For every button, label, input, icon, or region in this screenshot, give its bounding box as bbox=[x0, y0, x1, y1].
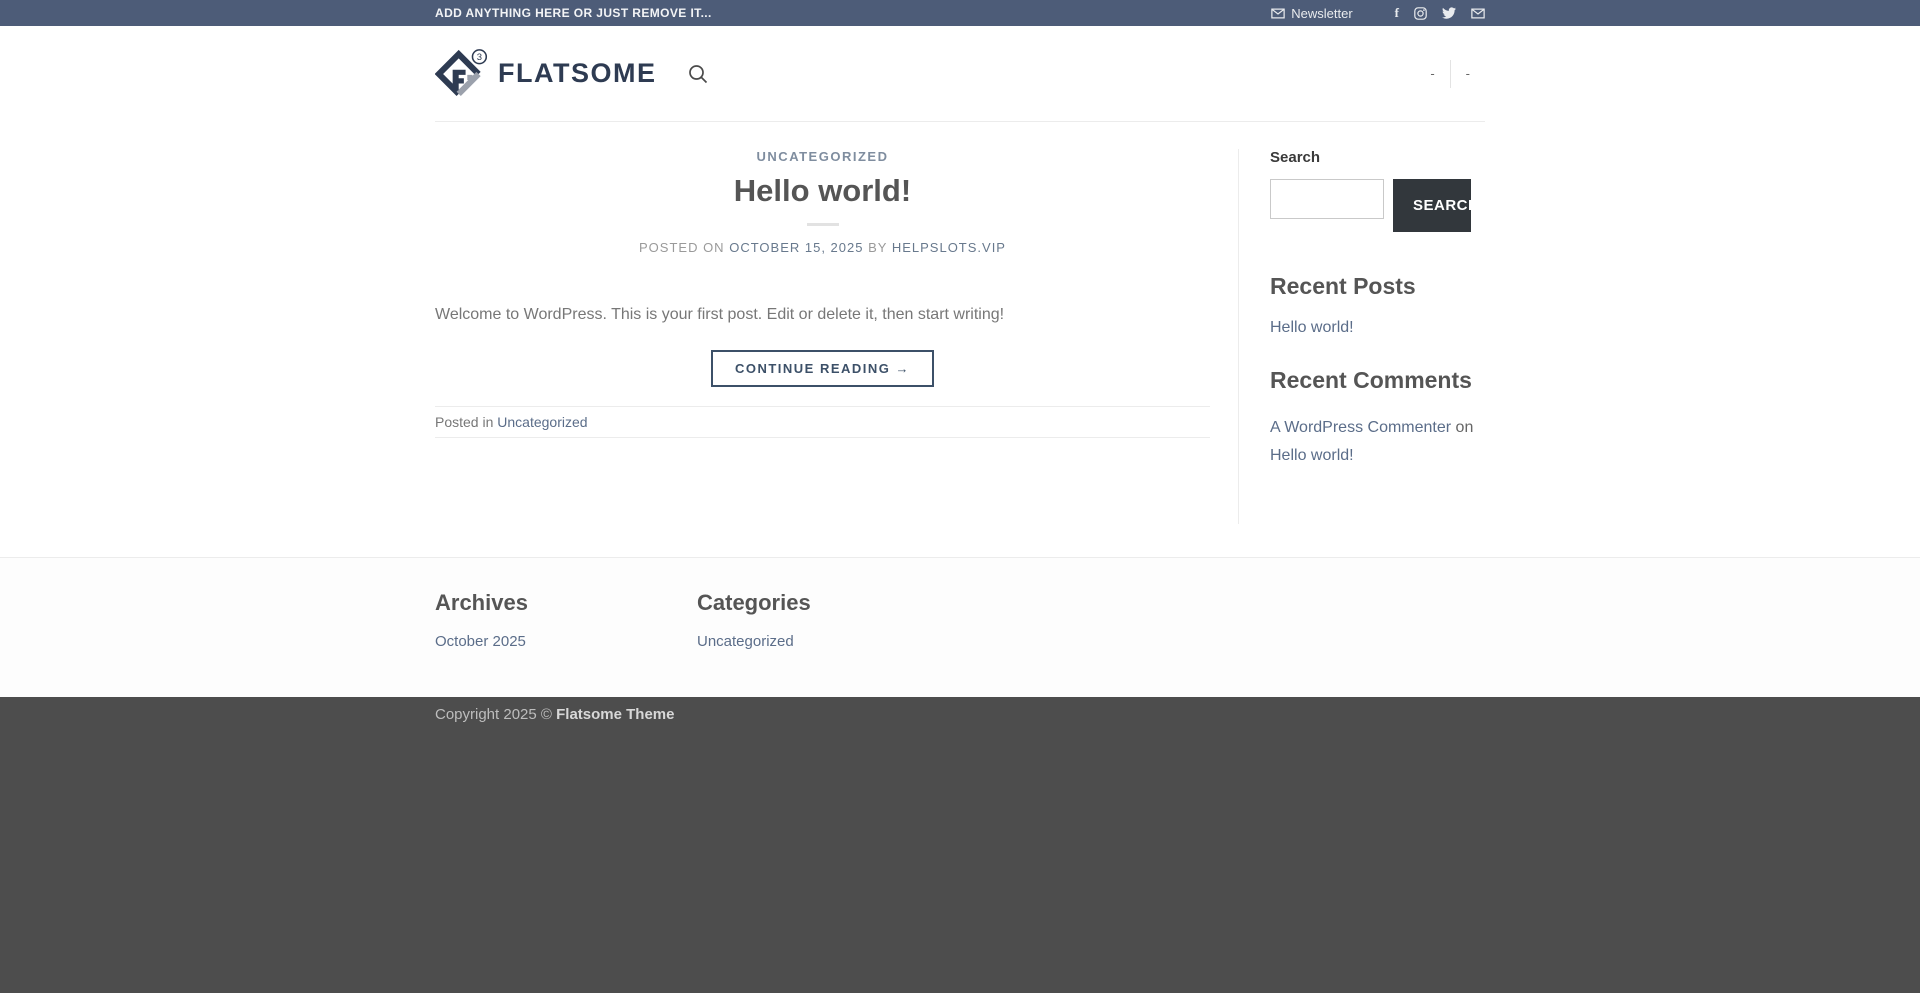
nav-item-2[interactable]: - bbox=[1451, 66, 1485, 81]
site-logo[interactable]: 3 FLATSOME bbox=[435, 49, 656, 99]
comment-author-link[interactable]: A WordPress Commenter bbox=[1270, 419, 1451, 436]
meta-date-link[interactable]: OCTOBER 15, 2025 bbox=[729, 240, 863, 255]
comment-post-link[interactable]: Hello world! bbox=[1270, 446, 1485, 466]
main-content: UNCATEGORIZED Hello world! POSTED ON OCT… bbox=[435, 149, 1238, 524]
sidebar-search-button[interactable]: SEARCH bbox=[1393, 179, 1471, 232]
sidebar-search-input[interactable] bbox=[1270, 179, 1384, 219]
search-row: SEARCH bbox=[1270, 179, 1485, 232]
header-search-button[interactable] bbox=[688, 64, 708, 84]
copyright-prefix: Copyright 2025 © bbox=[435, 706, 556, 723]
email-icon[interactable] bbox=[1471, 8, 1485, 19]
recent-posts-heading: Recent Posts bbox=[1270, 272, 1485, 300]
newsletter-link[interactable]: Newsletter bbox=[1271, 6, 1352, 21]
list-item: Uncategorized bbox=[697, 633, 959, 651]
posted-in-label: Posted in bbox=[435, 414, 493, 430]
flatsome-diamond-icon: 3 bbox=[435, 49, 491, 99]
post-meta: POSTED ON OCTOBER 15, 2025 BY HELPSLOTS.… bbox=[435, 240, 1210, 256]
sidebar-padding bbox=[1270, 466, 1485, 524]
recent-posts-list: Hello world! bbox=[1270, 318, 1485, 338]
categories-list: Uncategorized bbox=[697, 633, 959, 651]
post-category-link[interactable]: UNCATEGORIZED bbox=[435, 149, 1210, 165]
search-widget-label: Search bbox=[1270, 149, 1485, 167]
header-nav: - - bbox=[1415, 26, 1485, 121]
recent-post-link[interactable]: Hello world! bbox=[1270, 319, 1354, 336]
copyright-brand: Flatsome Theme bbox=[556, 706, 674, 723]
categories-widget: Categories Uncategorized bbox=[697, 589, 959, 651]
continue-reading-button[interactable]: CONTINUE READING → bbox=[711, 350, 934, 387]
categories-title: Categories bbox=[697, 589, 959, 617]
site-header: 3 FLATSOME - - bbox=[0, 26, 1920, 121]
post-title[interactable]: Hello world! bbox=[435, 171, 1210, 211]
topbar-message: ADD ANYTHING HERE OR JUST REMOVE IT... bbox=[435, 6, 712, 20]
archive-link[interactable]: October 2025 bbox=[435, 633, 526, 650]
continue-reading-wrap: CONTINUE READING → bbox=[435, 350, 1210, 387]
meta-author-link[interactable]: HELPSLOTS.VIP bbox=[892, 240, 1006, 255]
title-divider bbox=[807, 223, 839, 226]
copyright-text: Copyright 2025 © Flatsome Theme bbox=[435, 697, 1485, 724]
absolute-footer: Copyright 2025 © Flatsome Theme bbox=[0, 697, 1920, 993]
site-footer: Archives October 2025 Categories Uncateg… bbox=[0, 557, 1920, 697]
content-row: UNCATEGORIZED Hello world! POSTED ON OCT… bbox=[435, 121, 1485, 524]
meta-posted-on-label: POSTED ON bbox=[639, 240, 725, 255]
search-widget: Search SEARCH bbox=[1270, 149, 1485, 232]
archives-widget: Archives October 2025 bbox=[435, 589, 697, 651]
facebook-icon[interactable]: f bbox=[1395, 5, 1399, 21]
recent-comments-heading: Recent Comments bbox=[1270, 366, 1485, 394]
list-item: Hello world! bbox=[1270, 318, 1485, 338]
topbar-right: Newsletter f bbox=[1271, 5, 1485, 21]
nav-item-1[interactable]: - bbox=[1415, 66, 1449, 81]
comment-connector: on bbox=[1456, 419, 1474, 436]
archives-title: Archives bbox=[435, 589, 697, 617]
post-article: UNCATEGORIZED Hello world! POSTED ON OCT… bbox=[435, 149, 1210, 438]
logo-text: FLATSOME bbox=[498, 58, 656, 89]
meta-by-label: BY bbox=[868, 240, 887, 255]
logo-badge: 3 bbox=[477, 52, 482, 63]
posted-in-category-link[interactable]: Uncategorized bbox=[497, 414, 587, 430]
list-item: October 2025 bbox=[435, 633, 697, 651]
post-excerpt: Welcome to WordPress. This is your first… bbox=[435, 304, 1210, 326]
twitter-icon[interactable] bbox=[1442, 7, 1456, 19]
category-link[interactable]: Uncategorized bbox=[697, 633, 794, 650]
instagram-icon[interactable] bbox=[1414, 7, 1427, 20]
posted-in-bar: Posted in Uncategorized bbox=[435, 406, 1210, 438]
sidebar: Search SEARCH Recent Posts Hello world! … bbox=[1238, 149, 1485, 524]
newsletter-envelope-icon bbox=[1271, 8, 1285, 19]
newsletter-label: Newsletter bbox=[1291, 6, 1352, 21]
top-bar: ADD ANYTHING HERE OR JUST REMOVE IT... N… bbox=[0, 0, 1920, 26]
recent-comment-item: A WordPress Commenter on Hello world! bbox=[1270, 418, 1485, 466]
archives-list: October 2025 bbox=[435, 633, 697, 651]
page-wrapper: UNCATEGORIZED Hello world! POSTED ON OCT… bbox=[435, 121, 1485, 524]
magnifier-icon bbox=[688, 64, 708, 84]
